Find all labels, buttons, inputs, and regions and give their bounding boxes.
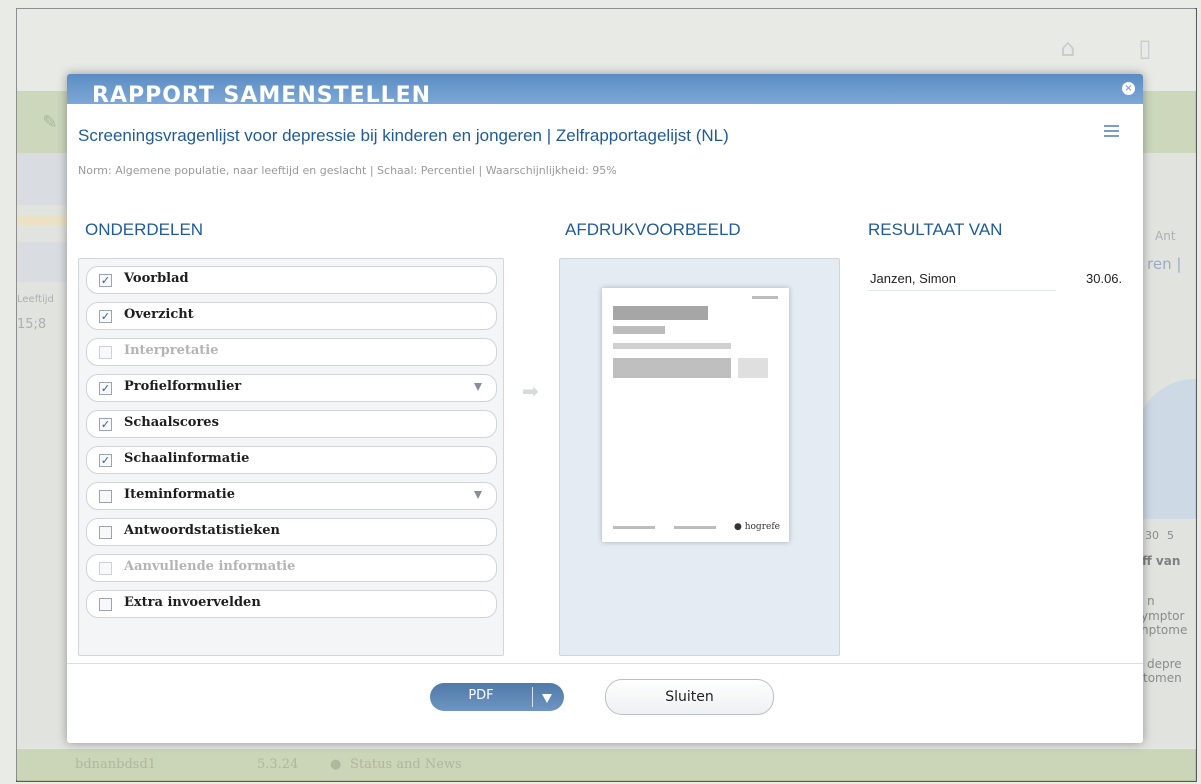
- pdf-button-label[interactable]: PDF: [430, 683, 532, 711]
- part-antwoordstatistieken[interactable]: Antwoordstatistieken: [86, 518, 497, 546]
- result-heading: RESULTAAT VAN: [868, 220, 1003, 239]
- preview-heading: AFDRUKVOORBEELD: [565, 220, 741, 239]
- part-label: Voorblad: [124, 271, 189, 286]
- checkbox[interactable]: ✓: [99, 274, 112, 287]
- part-label: Overzicht: [124, 307, 194, 322]
- thumb-footer-1: [613, 526, 655, 529]
- arrow-right-icon: ➡: [522, 379, 539, 403]
- pdf-separator: [532, 687, 533, 707]
- dialog-title: RAPPORT SAMENSTELLEN: [92, 83, 432, 104]
- thumb-legend: [738, 358, 768, 378]
- checkbox[interactable]: [99, 526, 112, 539]
- part-label: Aanvullende informatie: [124, 559, 296, 574]
- questionnaire-title: Screeningsvragenlijst voor depressie bij…: [78, 126, 729, 145]
- checkbox[interactable]: ✓: [99, 454, 112, 467]
- checkbox: [99, 346, 112, 359]
- chevron-down-icon[interactable]: [474, 383, 482, 391]
- parts-heading: ONDERDELEN: [85, 220, 204, 239]
- part-iteminformatie[interactable]: Iteminformatie: [86, 482, 497, 510]
- result-name: Janzen, Simon: [870, 271, 956, 286]
- result-row[interactable]: Janzen, Simon 30.06.: [848, 258, 1128, 291]
- close-icon[interactable]: ×: [1122, 82, 1135, 95]
- chevron-down-icon[interactable]: [474, 491, 482, 499]
- thumb-subheading: [613, 326, 665, 334]
- part-label: Extra invoervelden: [124, 595, 261, 610]
- part-profielformulier[interactable]: ✓ Profielformulier: [86, 374, 497, 402]
- dialog-header: RAPPORT SAMENSTELLEN ×: [67, 74, 1143, 104]
- logo-text: hogrefe: [744, 522, 780, 532]
- checkbox[interactable]: [99, 598, 112, 611]
- thumb-scale-row: [613, 343, 731, 349]
- part-overzicht[interactable]: ✓ Overzicht: [86, 302, 497, 330]
- norm-info: Norm: Algemene populatie, naar leeftijd …: [78, 164, 617, 177]
- checkbox: [99, 562, 112, 575]
- part-label: Interpretatie: [124, 343, 219, 358]
- part-aanvullende-informatie: Aanvullende informatie: [86, 554, 497, 582]
- thumb-table: [613, 358, 731, 378]
- part-label: Iteminformatie: [124, 487, 236, 502]
- result-date: 30.06.: [1086, 271, 1123, 286]
- result-divider: [868, 290, 1056, 291]
- thumb-line: [752, 296, 778, 299]
- parts-list: ✓ Voorblad ✓ Overzicht Interpretatie ✓ P…: [78, 258, 504, 656]
- checkbox[interactable]: ✓: [99, 382, 112, 395]
- part-interpretatie: Interpretatie: [86, 338, 497, 366]
- part-label: Antwoordstatistieken: [124, 523, 280, 538]
- footer-divider: [67, 663, 1143, 664]
- checkbox[interactable]: [99, 490, 112, 503]
- part-label: Profielformulier: [124, 379, 242, 394]
- checkbox[interactable]: ✓: [99, 418, 112, 431]
- part-schaalscores[interactable]: ✓ Schaalscores: [86, 410, 497, 438]
- part-extra-invoervelden[interactable]: Extra invoervelden: [86, 590, 497, 618]
- close-button[interactable]: Sluiten: [605, 679, 774, 715]
- checkbox[interactable]: ✓: [99, 310, 112, 323]
- part-label: Schaalscores: [124, 415, 219, 430]
- part-schaalinformatie[interactable]: ✓ Schaalinformatie: [86, 446, 497, 474]
- hogrefe-logo: ● hogrefe: [734, 522, 780, 532]
- part-label: Schaalinformatie: [124, 451, 250, 466]
- hamburger-menu-icon[interactable]: [1104, 122, 1119, 140]
- report-dialog: RAPPORT SAMENSTELLEN × Screeningsvragenl…: [67, 74, 1143, 743]
- chevron-down-icon[interactable]: [542, 694, 552, 703]
- pdf-split-button[interactable]: PDF: [430, 683, 564, 711]
- print-preview: ● hogrefe: [559, 258, 840, 656]
- thumb-footer-2: [674, 526, 716, 529]
- preview-page-thumbnail[interactable]: ● hogrefe: [602, 288, 789, 542]
- part-voorblad[interactable]: ✓ Voorblad: [86, 266, 497, 294]
- thumb-heading: [613, 306, 708, 320]
